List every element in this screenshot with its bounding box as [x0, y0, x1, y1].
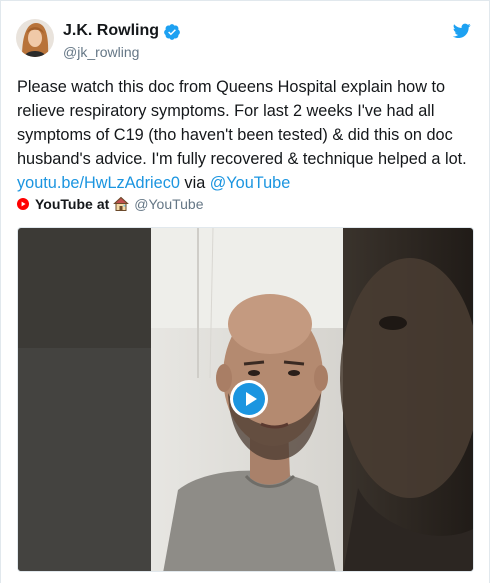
verified-badge-icon: [164, 24, 180, 40]
author-display-name[interactable]: J.K. Rowling: [63, 21, 159, 41]
source-at-text: at: [96, 196, 110, 212]
source-handle[interactable]: @YouTube: [134, 194, 203, 214]
embedded-tweet: J.K. Rowling @jk_rowling Please watch th…: [0, 0, 490, 583]
tweet-text: Please watch this doc from Queens Hospit…: [17, 75, 477, 195]
avatar-image: [16, 19, 54, 57]
house-icon: [113, 196, 130, 211]
tweet-body-text: Please watch this doc from Queens Hospit…: [17, 78, 467, 168]
author-handle[interactable]: @jk_rowling: [63, 43, 139, 61]
avatar[interactable]: [16, 19, 54, 57]
tweet-via-text: via: [179, 174, 210, 192]
play-button[interactable]: [230, 380, 268, 418]
source-name[interactable]: YouTube: [35, 194, 93, 214]
media-source: YouTube at @YouTube: [17, 194, 204, 214]
twitter-bird-icon[interactable]: [453, 23, 471, 39]
play-button-circle: [233, 383, 265, 415]
tweet-mention[interactable]: @YouTube: [210, 174, 291, 192]
video-player[interactable]: [17, 227, 474, 572]
youtube-icon: [17, 198, 29, 210]
tweet-link[interactable]: youtu.be/HwLzAdriec0: [17, 174, 180, 192]
play-icon: [246, 392, 257, 406]
